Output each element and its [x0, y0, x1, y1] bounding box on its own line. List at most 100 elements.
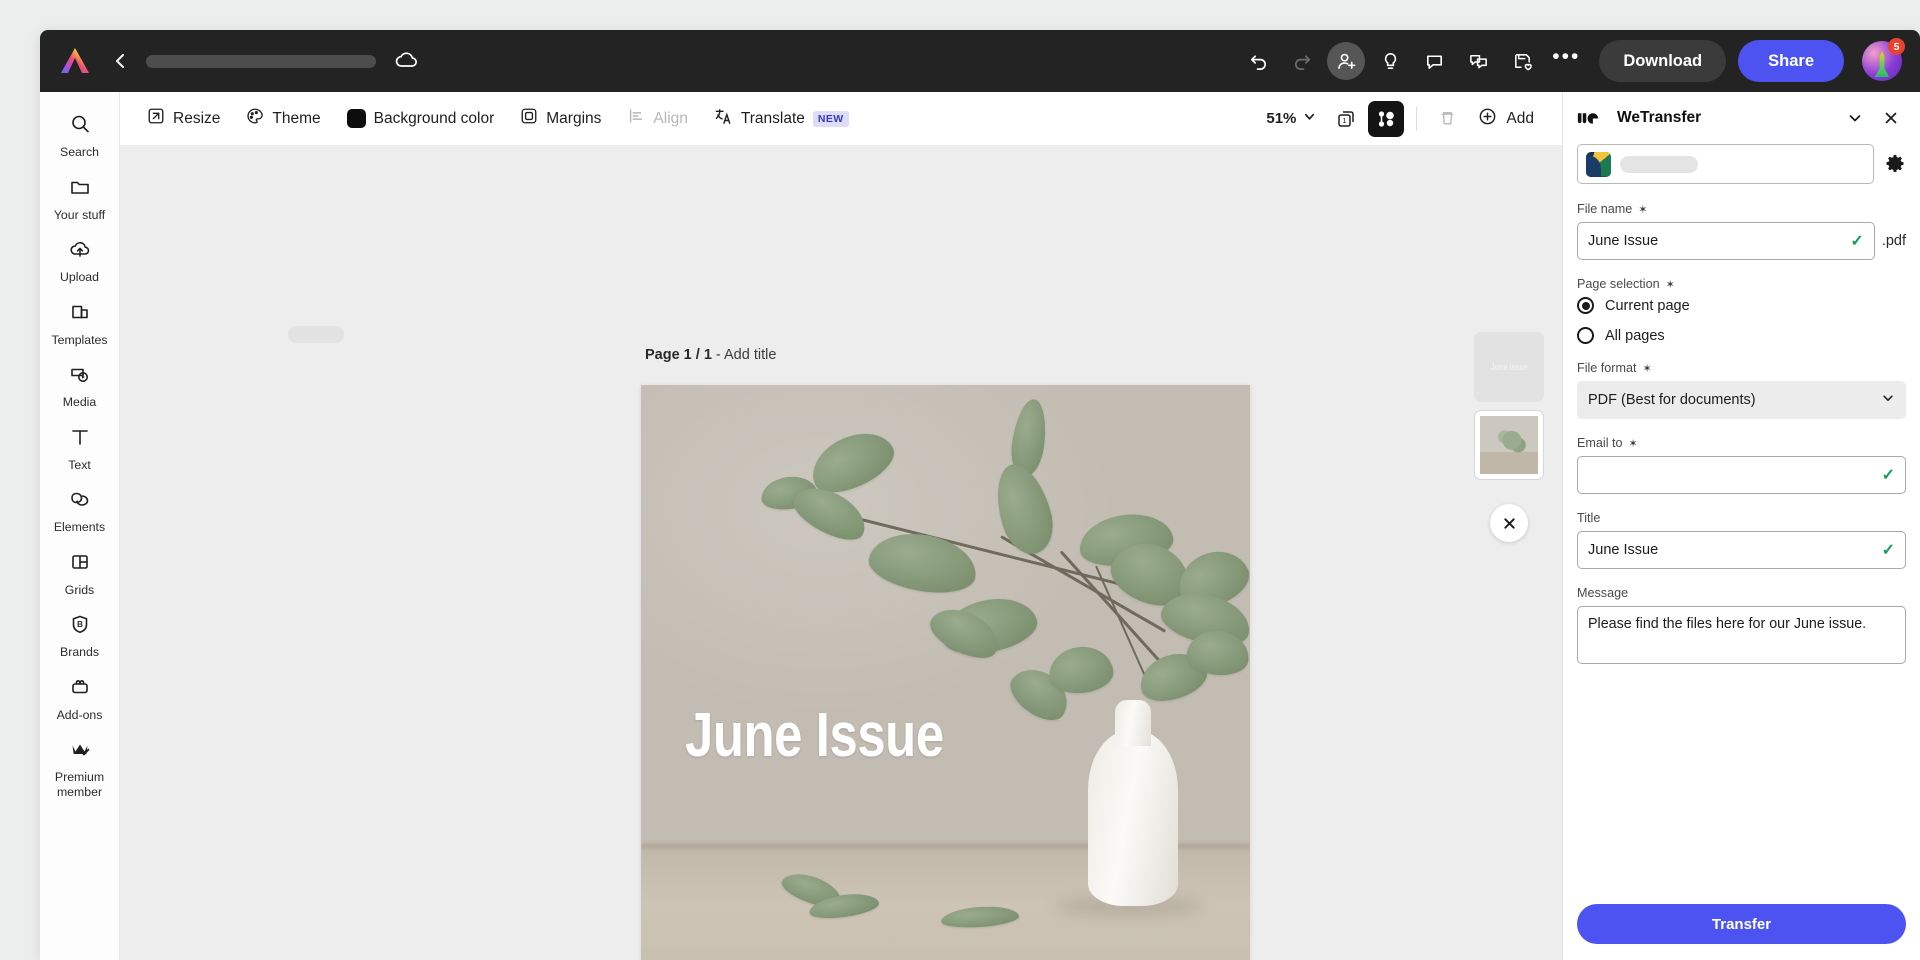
- title-value: June Issue: [1588, 542, 1659, 558]
- account-selector[interactable]: [1577, 144, 1874, 184]
- panel-body: File name ✶ June Issue ✓ .pdf Page selec…: [1563, 144, 1920, 904]
- svg-text:B: B: [77, 620, 83, 629]
- title-input[interactable]: June Issue ✓: [1577, 531, 1906, 569]
- add-label: Add: [1506, 109, 1534, 127]
- sidebar-item-text[interactable]: Text: [42, 417, 118, 480]
- title-label-row: Title: [1577, 511, 1906, 525]
- top-bar-actions: ••• Download Share 5: [1239, 38, 1905, 82]
- artboard[interactable]: June Issue: [641, 385, 1250, 960]
- sidebar-item-upload[interactable]: Upload: [42, 229, 118, 292]
- sidebar-item-elements[interactable]: Elements: [42, 479, 118, 542]
- sidebar-item-premium-member[interactable]: Premium member: [42, 729, 118, 806]
- crown-icon: [69, 738, 91, 765]
- sidebar-item-media[interactable]: Media: [42, 354, 118, 417]
- redo-icon[interactable]: [1283, 42, 1321, 80]
- zoom-control[interactable]: 51%: [1258, 101, 1324, 137]
- share-button[interactable]: Share: [1738, 40, 1844, 82]
- undo-icon[interactable]: [1239, 42, 1277, 80]
- page-label[interactable]: Page 1 / 1 - Add title: [645, 347, 776, 363]
- page-count-icon[interactable]: 1: [1328, 101, 1364, 137]
- user-avatar[interactable]: 5: [1862, 38, 1905, 81]
- adobe-express-logo-icon[interactable]: [58, 46, 92, 76]
- sidebar-item-label: Grids: [64, 582, 95, 597]
- file-name-label-row: File name ✶: [1577, 202, 1906, 216]
- document-title-redacted[interactable]: [146, 54, 376, 68]
- cloud-saved-icon[interactable]: [394, 48, 420, 74]
- radio-current-page[interactable]: Current page: [1577, 297, 1906, 314]
- chevron-down-icon: [1303, 110, 1316, 127]
- valid-check-icon: ✓: [1850, 233, 1864, 250]
- message-label: Message: [1577, 586, 1629, 600]
- align-icon: [627, 107, 645, 130]
- back-button[interactable]: [108, 48, 134, 74]
- plus-circle-icon: [1477, 106, 1498, 132]
- organize-pages-icon[interactable]: [1368, 100, 1405, 137]
- resize-button[interactable]: Resize: [136, 100, 231, 138]
- file-name-row: June Issue ✓ .pdf: [1577, 222, 1906, 260]
- svg-text:1: 1: [1343, 116, 1347, 125]
- document-toolbar: Resize Theme Background color Margins Al…: [120, 92, 1562, 146]
- radio-all-pages[interactable]: All pages: [1577, 327, 1906, 344]
- background-color-button[interactable]: Background color: [336, 100, 506, 138]
- duplicate-comment-icon[interactable]: [1459, 42, 1497, 80]
- sidebar-item-templates[interactable]: Templates: [42, 292, 118, 355]
- required-marker: ✶: [1665, 278, 1675, 291]
- sidebar-item-label: Upload: [60, 270, 99, 284]
- margins-button[interactable]: Margins: [509, 100, 612, 138]
- media-icon: [69, 363, 91, 390]
- save-favorite-icon[interactable]: [1503, 42, 1541, 80]
- email-to-input[interactable]: ✓: [1577, 456, 1906, 494]
- align-button[interactable]: Align: [616, 100, 698, 138]
- zoom-value: 51%: [1266, 110, 1297, 127]
- app-window: ••• Download Share 5 Search Your stuff U…: [40, 30, 1920, 960]
- close-icon[interactable]: [1876, 103, 1906, 133]
- add-person-icon[interactable]: [1327, 42, 1366, 80]
- vase-graphic: [1088, 700, 1178, 906]
- file-format-select[interactable]: PDF (Best for documents): [1577, 381, 1906, 419]
- sidebar-item-add-ons[interactable]: Add-ons: [42, 667, 118, 730]
- file-name-input[interactable]: June Issue ✓: [1577, 222, 1875, 260]
- theme-button[interactable]: Theme: [235, 100, 331, 138]
- email-to-label: Email to: [1577, 436, 1623, 450]
- message-textarea[interactable]: Please find the files here for our June …: [1577, 606, 1906, 664]
- translate-new-badge: NEW: [812, 110, 849, 127]
- templates-icon: [69, 301, 91, 328]
- background-color-label: Background color: [373, 109, 495, 127]
- file-format-label-row: File format ✶: [1577, 361, 1906, 375]
- sidebar-item-search[interactable]: Search: [42, 104, 118, 167]
- editor-center: Resize Theme Background color Margins Al…: [120, 92, 1562, 960]
- translate-button[interactable]: Translate NEW: [703, 100, 860, 138]
- download-button[interactable]: Download: [1599, 40, 1727, 82]
- background-color-swatch: [346, 109, 366, 128]
- valid-check-icon: ✓: [1881, 467, 1895, 484]
- email-to-label-row: Email to ✶: [1577, 436, 1906, 450]
- page-thumbnail-2[interactable]: [1474, 410, 1544, 480]
- trash-icon[interactable]: [1429, 101, 1465, 137]
- add-page-button[interactable]: Add: [1469, 101, 1546, 137]
- search-icon: [69, 113, 91, 140]
- page-thumbnail-list: June Issue: [1474, 332, 1544, 542]
- sidebar-item-label: Search: [60, 145, 99, 159]
- gear-icon[interactable]: [1884, 153, 1906, 175]
- theme-icon: [246, 107, 264, 130]
- more-options-button[interactable]: •••: [1547, 42, 1585, 80]
- top-bar: ••• Download Share 5: [40, 30, 1920, 92]
- lightbulb-icon[interactable]: [1371, 42, 1409, 80]
- panel-header-actions: [1840, 103, 1906, 133]
- page-selection-label-row: Page selection ✶: [1577, 277, 1906, 291]
- chevron-down-icon[interactable]: [1840, 103, 1870, 133]
- sidebar-item-brands[interactable]: B Brands: [42, 604, 118, 667]
- file-format-value: PDF (Best for documents): [1588, 392, 1756, 408]
- canvas-area[interactable]: Page 1 / 1 - Add title June Issue June I…: [120, 146, 1562, 960]
- sidebar-item-grids[interactable]: Grids: [42, 542, 118, 605]
- transfer-button[interactable]: Transfer: [1577, 904, 1906, 944]
- sidebar-item-your-stuff[interactable]: Your stuff: [42, 167, 118, 230]
- comment-icon[interactable]: [1415, 42, 1453, 80]
- close-pages-panel-button[interactable]: [1490, 504, 1528, 542]
- page-thumbnail-1[interactable]: June Issue: [1474, 332, 1544, 402]
- canvas-redacted-label: [288, 326, 344, 343]
- message-label-row: Message: [1577, 586, 1906, 600]
- title-row: June Issue ✓: [1577, 531, 1906, 569]
- toolbar-divider: [1416, 106, 1418, 131]
- artboard-title-text[interactable]: June Issue: [685, 700, 944, 771]
